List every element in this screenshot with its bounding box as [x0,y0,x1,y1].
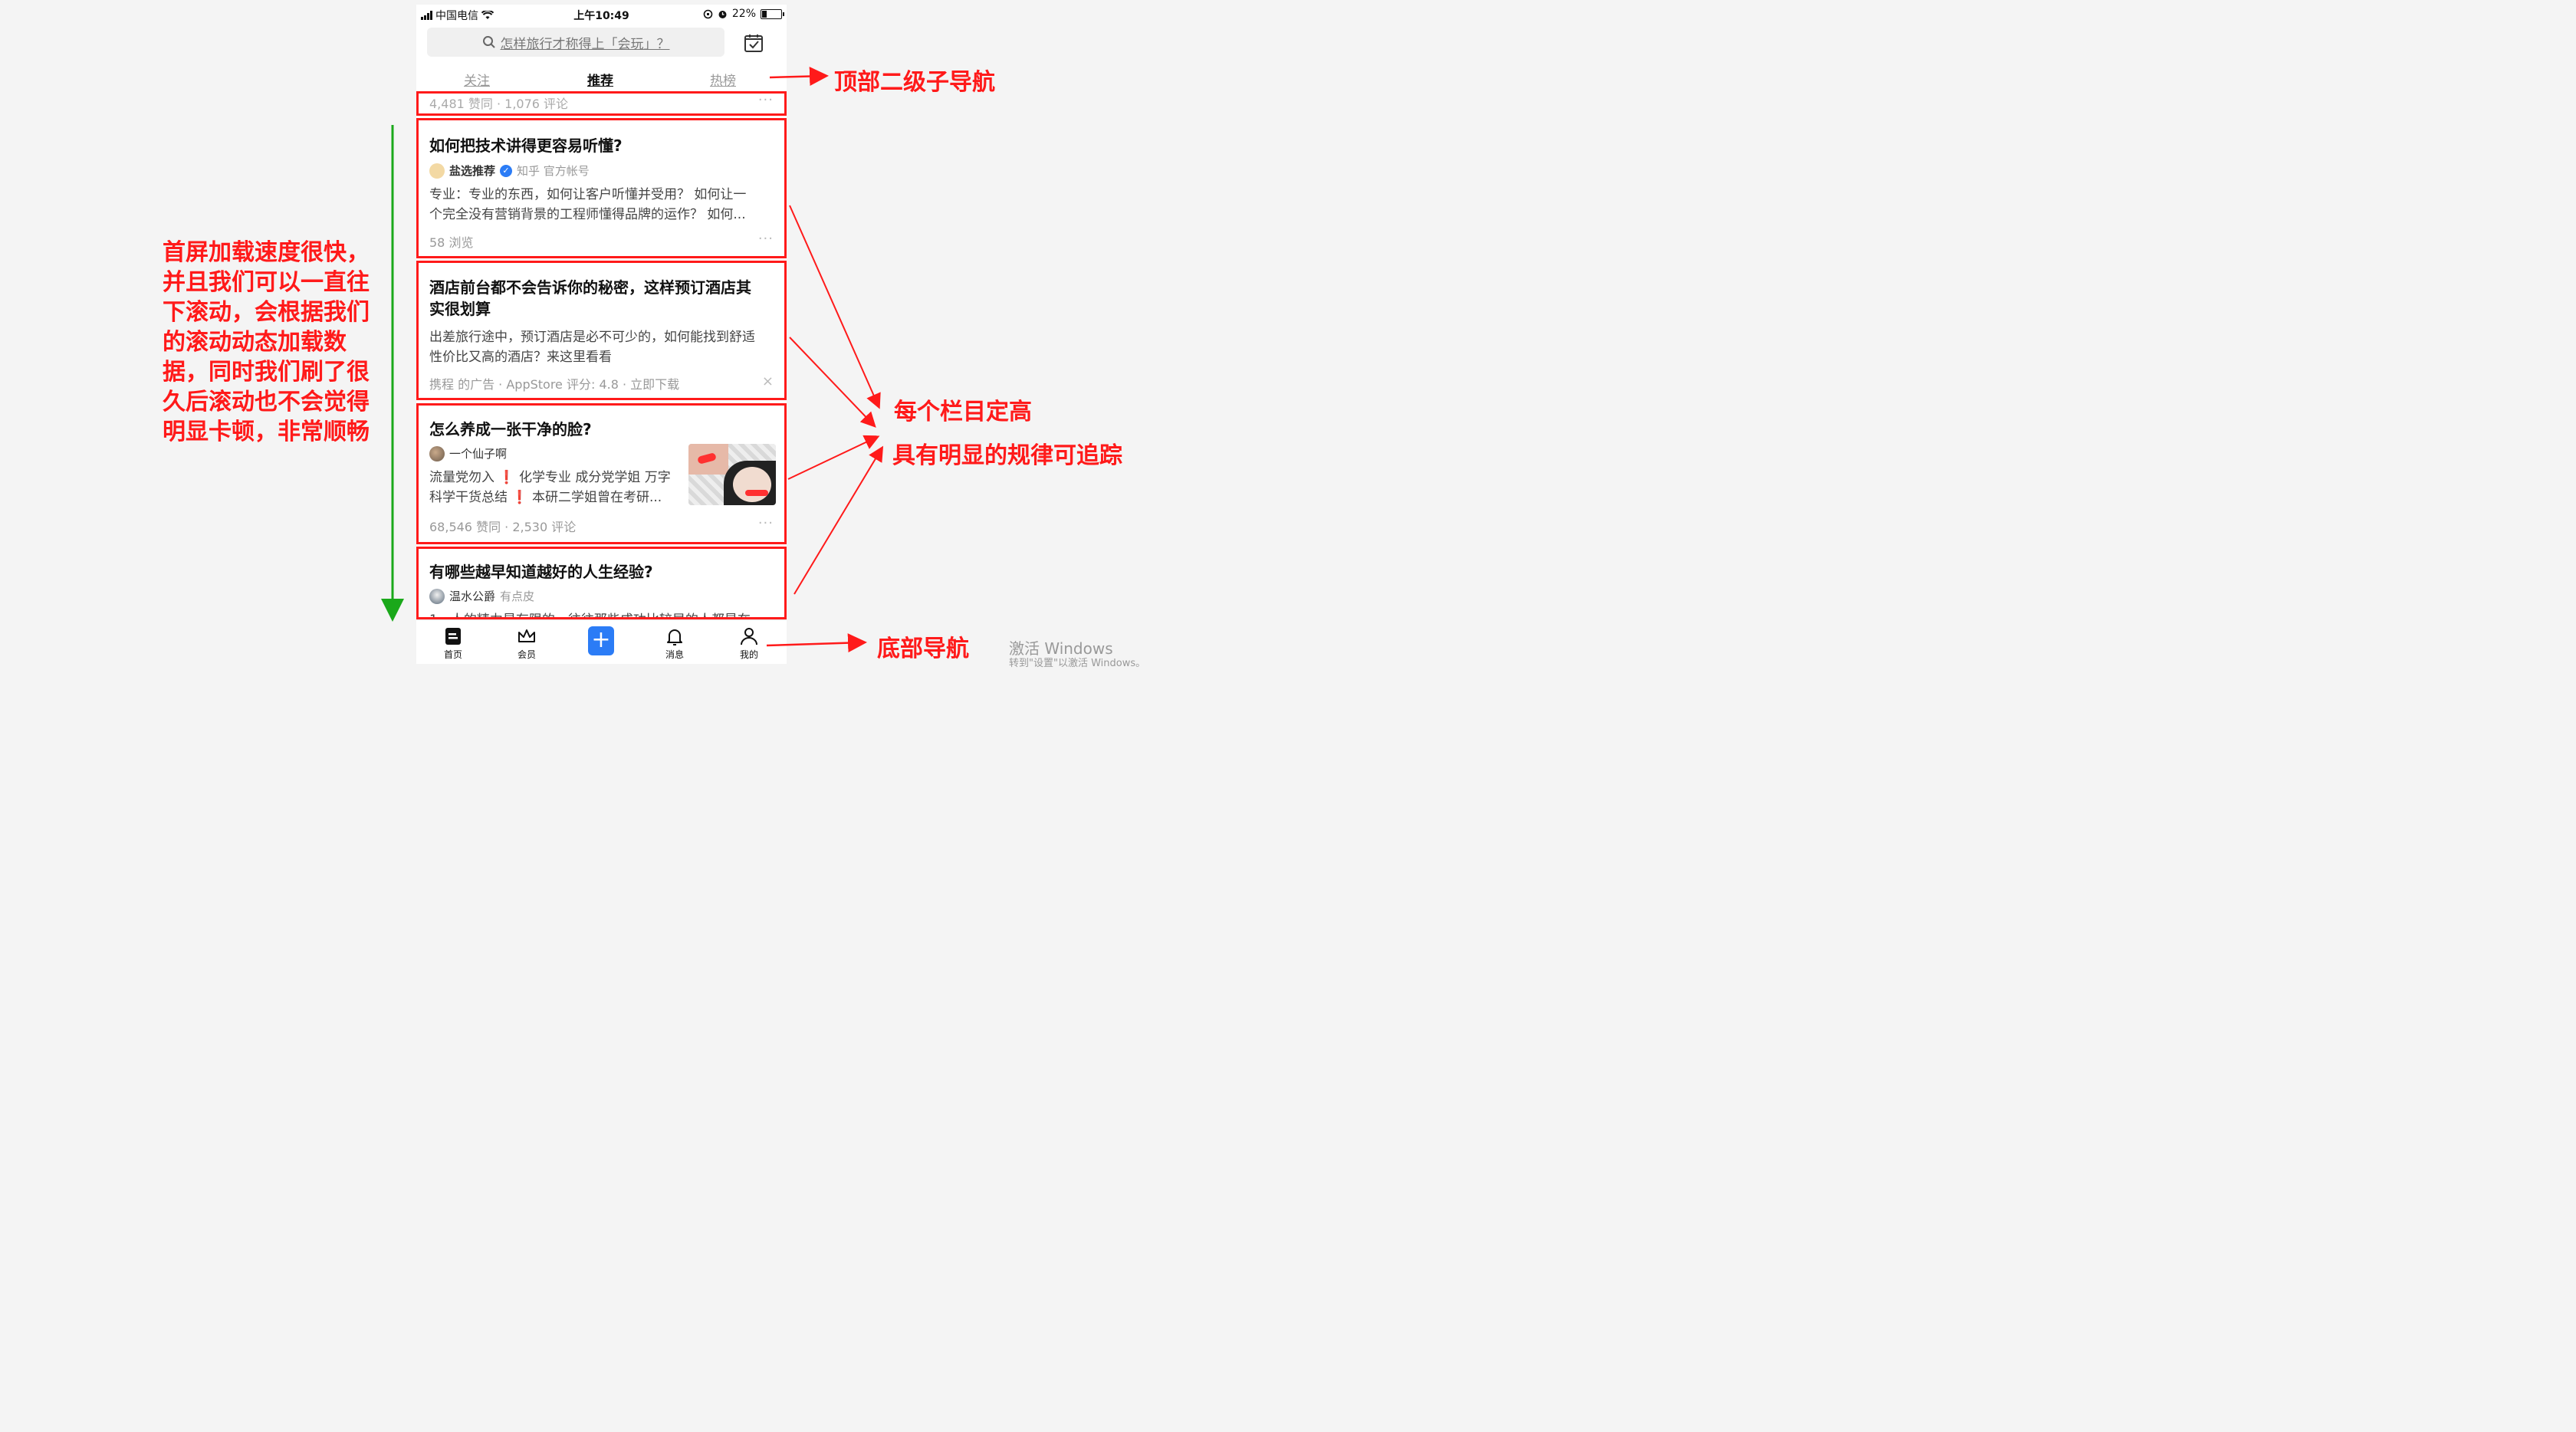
annotation-top-nav: 顶部二级子导航 [834,69,995,96]
arrow-top-nav [769,67,829,87]
arrow-card-1 [789,205,881,409]
annotation-left-note: 首屏加载速度很快，并且我们可以一直往下滚动，会根据我们的滚动动态加载数据，同时我… [163,239,370,445]
watermark-line2: 转到"设置"以激活 Windows。 [1009,658,1146,669]
arrow-card-3 [787,435,880,480]
annotation-trackable: 具有明显的规律可追踪 [892,442,1122,469]
annotation-fixed-height: 每个栏目定高 [894,399,1032,425]
annotation-bottom-nav: 底部导航 [877,636,969,662]
arrow-bottom-nav [766,633,867,653]
arrow-card-2 [789,337,876,428]
